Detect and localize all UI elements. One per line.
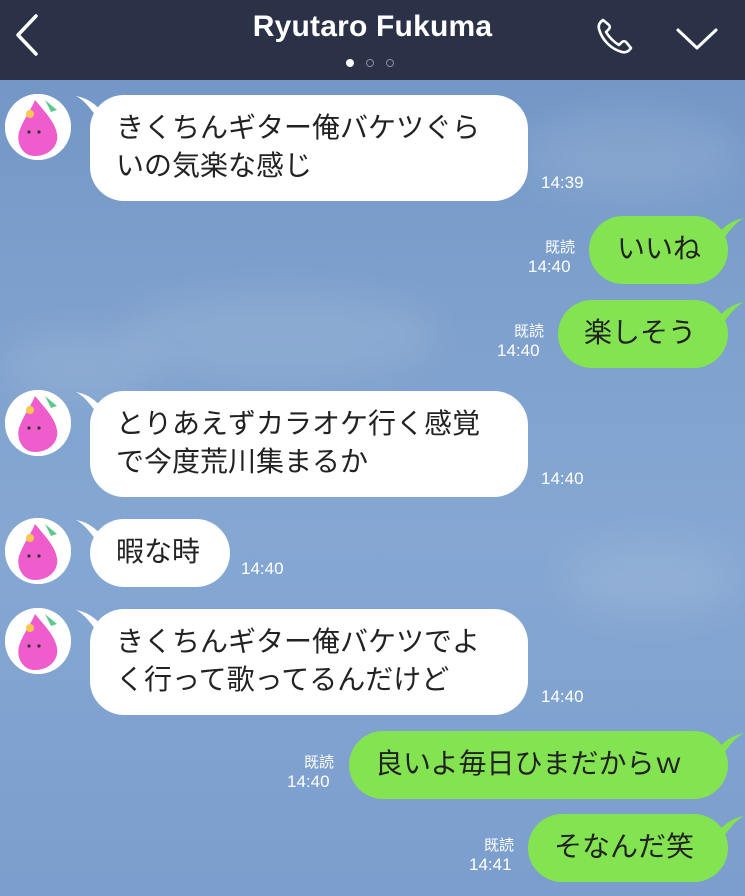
read-receipt: 既読	[545, 238, 576, 256]
message-text: いいね	[617, 232, 702, 265]
contact-avatar-icon	[5, 390, 71, 456]
message-text: とりあえずカラオケ行く感覚	[116, 407, 481, 440]
message-text: 楽しそう	[584, 316, 697, 349]
message-text: きくちんギター俺バケツでよ	[116, 625, 481, 658]
avatar[interactable]	[5, 390, 71, 456]
message-bubble-incoming[interactable]: とりあえずカラオケ行く感覚 で今度荒川集まるか	[90, 391, 528, 497]
chevron-down-icon	[676, 28, 718, 50]
avatar[interactable]	[5, 518, 71, 584]
message-text: いの気楽な感じ	[116, 149, 313, 182]
bubble-tail	[716, 218, 744, 238]
contact-avatar-icon	[5, 608, 71, 674]
phone-icon	[597, 18, 633, 54]
message-text: 暇な時	[116, 535, 201, 568]
avatar[interactable]	[5, 608, 71, 674]
message-bubble-outgoing[interactable]: そなんだ笑	[528, 814, 728, 882]
chat-header: Ryutaro Fukuma	[0, 0, 745, 80]
message-text: 良いよ毎日ひまだからｗ	[375, 747, 683, 780]
message-bubble-incoming[interactable]: きくちんギター俺バケツでよ く行って歌ってるんだけど	[90, 609, 528, 715]
back-button[interactable]	[8, 10, 48, 60]
page-dot-active	[346, 59, 354, 67]
message-time: 14:40	[497, 341, 540, 360]
contact-avatar-icon	[5, 94, 71, 160]
page-dot	[386, 59, 394, 67]
bubble-tail	[716, 733, 744, 753]
message-bubble-outgoing[interactable]: いいね	[589, 216, 728, 284]
message-text: そなんだ笑	[554, 830, 695, 863]
menu-button[interactable]	[674, 22, 720, 54]
contact-avatar-icon	[5, 518, 71, 584]
message-text: く行って歌ってるんだけど	[116, 663, 450, 696]
bubble-tail	[716, 816, 744, 836]
message-time: 14:40	[287, 772, 330, 791]
message-time: 14:40	[241, 559, 284, 578]
chat-title: Ryutaro Fukuma	[252, 10, 493, 43]
message-time: 14:40	[541, 687, 584, 706]
read-receipt: 既読	[514, 322, 545, 340]
message-bubble-outgoing[interactable]: 良いよ毎日ひまだからｗ	[349, 731, 728, 799]
page-indicator	[340, 57, 405, 69]
read-receipt: 既読	[304, 753, 335, 771]
message-bubble-incoming[interactable]: きくちんギター俺バケツぐら いの気楽な感じ	[90, 95, 528, 201]
message-bubble-outgoing[interactable]: 楽しそう	[558, 300, 728, 368]
message-text: きくちんギター俺バケツぐら	[116, 111, 481, 144]
read-receipt: 既読	[484, 836, 515, 854]
message-time: 14:40	[541, 469, 584, 488]
message-text: で今度荒川集まるか	[116, 445, 369, 478]
chevron-left-icon	[16, 14, 38, 56]
bubble-tail	[716, 302, 744, 322]
background-cloud	[560, 540, 740, 620]
background-cloud	[120, 290, 440, 380]
message-time: 14:41	[469, 855, 512, 874]
avatar[interactable]	[5, 94, 71, 160]
message-bubble-incoming[interactable]: 暇な時	[90, 519, 230, 587]
page-dot	[366, 59, 374, 67]
message-time: 14:40	[528, 257, 571, 276]
call-button[interactable]	[593, 14, 637, 58]
message-time: 14:39	[541, 173, 584, 192]
